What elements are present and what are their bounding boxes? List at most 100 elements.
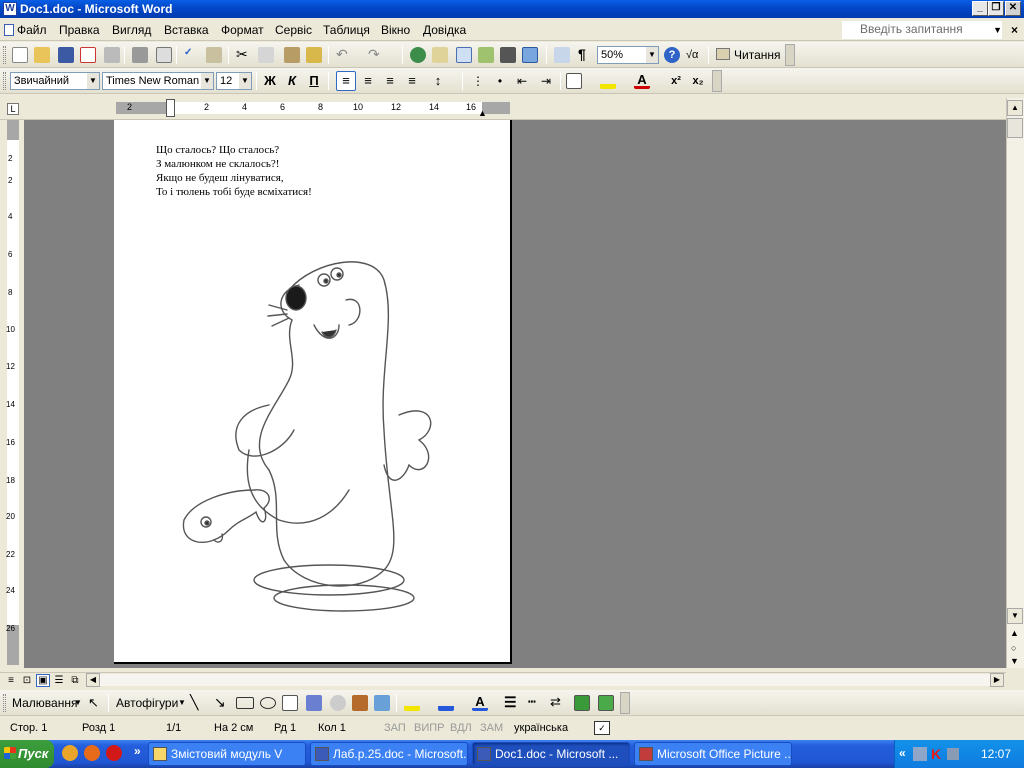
text-box-icon[interactable] bbox=[282, 695, 298, 711]
status-record[interactable]: ЗАП bbox=[384, 722, 406, 734]
status-extend[interactable]: ВДЛ bbox=[450, 722, 472, 734]
toolbar-grip[interactable] bbox=[3, 694, 6, 712]
rectangle-tool-icon[interactable] bbox=[236, 697, 254, 709]
undo-icon[interactable]: ↶ bbox=[336, 47, 352, 63]
vertical-ruler[interactable]: 2 2 4 6 8 10 12 14 16 18 20 22 24 26 bbox=[0, 120, 24, 668]
columns-icon[interactable] bbox=[500, 47, 516, 63]
line-style-icon[interactable]: ☰ bbox=[504, 695, 520, 711]
help-icon[interactable]: ? bbox=[664, 47, 680, 63]
tray-expand-icon[interactable]: « bbox=[899, 746, 906, 760]
scroll-right-icon[interactable]: ▶ bbox=[990, 673, 1004, 687]
new-document-icon[interactable] bbox=[12, 47, 28, 63]
bullets-icon[interactable]: • bbox=[492, 73, 508, 89]
email-icon[interactable] bbox=[104, 47, 120, 63]
zoom-select[interactable]: 50% ▼ bbox=[597, 46, 659, 64]
hyperlink-icon[interactable] bbox=[410, 47, 426, 63]
font-select[interactable]: Times New Roman ▼ bbox=[102, 72, 214, 90]
chevron-down-icon[interactable]: ▼ bbox=[201, 73, 213, 89]
chevron-down-icon[interactable]: ▼ bbox=[74, 698, 82, 707]
borders-icon[interactable] bbox=[566, 73, 582, 89]
horizontal-ruler[interactable]: L 2 2 4 6 8 10 12 14 16 ▲ bbox=[0, 98, 1006, 120]
shadow-style-icon[interactable] bbox=[574, 695, 590, 711]
clip-art-icon[interactable] bbox=[352, 695, 368, 711]
horizontal-scroll-track[interactable] bbox=[100, 674, 990, 686]
document-map-icon[interactable] bbox=[554, 47, 570, 63]
wordart-icon[interactable] bbox=[306, 695, 322, 711]
cut-icon[interactable]: ✂ bbox=[236, 47, 252, 63]
tab-selector-icon[interactable]: L bbox=[7, 103, 19, 115]
scroll-thumb[interactable] bbox=[1007, 118, 1023, 138]
quicklaunch-more-icon[interactable]: » bbox=[134, 744, 141, 758]
status-track-changes[interactable]: ВИПР bbox=[414, 722, 445, 734]
task-picture-manager[interactable]: Microsoft Office Picture ... bbox=[634, 742, 792, 766]
select-objects-icon[interactable]: ↖ bbox=[88, 695, 104, 711]
status-overtype[interactable]: ЗАМ bbox=[480, 722, 503, 734]
right-indent-marker[interactable]: ▲ bbox=[478, 108, 487, 118]
research-icon[interactable] bbox=[206, 47, 222, 63]
network-icon[interactable] bbox=[913, 747, 927, 761]
insert-table-icon[interactable] bbox=[456, 47, 472, 63]
oval-tool-icon[interactable] bbox=[260, 697, 276, 709]
ask-dropdown-icon[interactable]: ▼ bbox=[993, 25, 1002, 35]
fill-color-icon[interactable] bbox=[404, 695, 420, 711]
toolbar-grip[interactable] bbox=[3, 72, 6, 90]
italic-button[interactable]: К bbox=[284, 73, 300, 89]
ask-question-input[interactable]: Введіть запитання bbox=[842, 21, 1002, 39]
document-page[interactable]: Що сталось? Що сталось? З малюнком не ск… bbox=[114, 120, 512, 664]
decrease-indent-icon[interactable]: ⇤ bbox=[514, 73, 530, 89]
read-book-icon[interactable] bbox=[716, 48, 730, 60]
print-icon[interactable] bbox=[132, 47, 148, 63]
line-spacing-icon[interactable]: ↕ bbox=[430, 73, 446, 89]
font-size-select[interactable]: 12 ▼ bbox=[216, 72, 252, 90]
normal-view-icon[interactable]: ≡ bbox=[4, 674, 18, 687]
redo-icon[interactable]: ↷ bbox=[368, 47, 384, 63]
underline-button[interactable]: П bbox=[306, 73, 322, 89]
restore-button[interactable]: ❐ bbox=[988, 1, 1004, 16]
kaspersky-icon[interactable]: K bbox=[931, 746, 941, 762]
outline-view-icon[interactable]: ☰ bbox=[52, 674, 66, 687]
status-language[interactable]: українська bbox=[514, 722, 568, 734]
save-icon[interactable] bbox=[58, 47, 74, 63]
menu-format[interactable]: Формат bbox=[221, 23, 264, 37]
print-preview-icon[interactable] bbox=[156, 47, 172, 63]
menu-edit[interactable]: Правка bbox=[59, 23, 100, 37]
task-folder[interactable]: Змістовий модуль V bbox=[148, 742, 306, 766]
reading-layout-icon[interactable]: ⧉ bbox=[68, 674, 82, 687]
insert-picture-icon[interactable] bbox=[374, 695, 390, 711]
align-right-icon[interactable]: ≡ bbox=[382, 73, 398, 89]
toolbar-options-icon[interactable] bbox=[785, 44, 795, 66]
word-app-icon[interactable]: W bbox=[3, 2, 17, 16]
superscript-icon[interactable]: x² bbox=[668, 73, 684, 89]
quicklaunch-app-icon[interactable] bbox=[62, 745, 78, 761]
minimize-button[interactable]: _ bbox=[972, 1, 988, 16]
equation-icon[interactable]: √α bbox=[686, 47, 702, 63]
chevron-down-icon[interactable]: ▼ bbox=[239, 73, 251, 89]
line-tool-icon[interactable]: ╲ bbox=[190, 695, 206, 711]
permission-icon[interactable] bbox=[80, 47, 96, 63]
scroll-down-icon[interactable]: ▼ bbox=[1007, 608, 1023, 624]
document-icon[interactable] bbox=[4, 24, 14, 36]
menu-tools[interactable]: Сервіс bbox=[275, 23, 312, 37]
menu-window[interactable]: Вікно bbox=[381, 23, 410, 37]
chevron-down-icon[interactable]: ▼ bbox=[646, 47, 658, 63]
font-color-icon[interactable]: A bbox=[472, 695, 488, 711]
autoshapes-menu-button[interactable]: Автофігури bbox=[116, 696, 178, 710]
firefox-icon[interactable] bbox=[84, 745, 100, 761]
numbering-icon[interactable]: ⋮ bbox=[470, 73, 486, 89]
close-document-icon[interactable]: × bbox=[1011, 23, 1018, 37]
show-formatting-icon[interactable]: ¶ bbox=[578, 47, 594, 63]
browse-object-icon[interactable]: ○ bbox=[1011, 643, 1016, 653]
bold-button[interactable]: Ж bbox=[262, 73, 278, 89]
align-left-icon[interactable]: ≡ bbox=[336, 71, 356, 91]
chevron-down-icon[interactable]: ▼ bbox=[178, 698, 186, 707]
next-page-icon[interactable]: ▼ bbox=[1010, 656, 1019, 666]
insert-excel-icon[interactable] bbox=[478, 47, 494, 63]
font-color-icon[interactable]: A bbox=[634, 73, 650, 89]
spelling-icon[interactable]: ✓ bbox=[184, 47, 200, 63]
print-layout-icon[interactable]: ▣ bbox=[36, 674, 50, 687]
open-folder-icon[interactable] bbox=[34, 47, 50, 63]
copy-icon[interactable] bbox=[258, 47, 274, 63]
menu-help[interactable]: Довідка bbox=[423, 23, 466, 37]
dash-style-icon[interactable]: ┅ bbox=[528, 695, 544, 711]
increase-indent-icon[interactable]: ⇥ bbox=[538, 73, 554, 89]
